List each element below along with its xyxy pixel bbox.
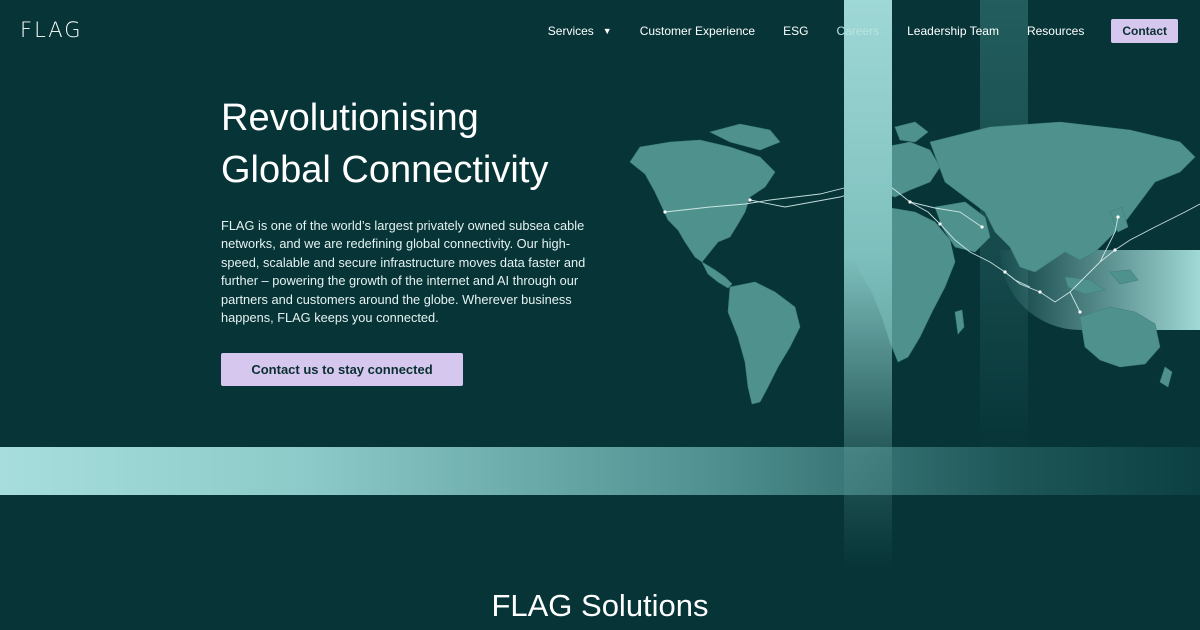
nav-item-esg[interactable]: ESG [783,24,808,38]
hero-description: FLAG is one of the world’s largest priva… [221,218,586,326]
horizontal-band [0,447,1200,495]
nav-item-services[interactable]: Services ▼ [548,24,612,38]
nav-item-customer-experience[interactable]: Customer Experience [640,24,755,38]
hero-title: Revolutionising Global Connectivity [221,92,591,196]
nav-item-label: Services [547,24,594,38]
hero-title-line-1: Revolutionising [221,97,479,139]
caret-down-icon: ▼ [602,26,612,36]
solutions-title: FLAG Solutions [491,588,709,623]
nav-item-leadership-team[interactable]: Leadership Team [907,24,999,38]
world-map-icon [629,121,1200,405]
contact-us-button[interactable]: Contact us to stay connected [221,353,463,386]
main-nav: Services ▼ Customer Experience ESG Caree… [520,19,1178,43]
flag-logo[interactable]: FLAG [20,18,83,42]
hero-section: Revolutionising Global Connectivity FLAG… [221,92,591,327]
nav-item-careers[interactable]: Careers [836,24,879,38]
hero-title-line-2: Global Connectivity [221,149,549,191]
contact-button[interactable]: Contact [1111,19,1178,43]
site-header: FLAG Services ▼ Customer Experience ESG … [0,0,1200,62]
nav-item-resources[interactable]: Resources [1027,24,1084,38]
vertical-band-light [844,0,892,570]
